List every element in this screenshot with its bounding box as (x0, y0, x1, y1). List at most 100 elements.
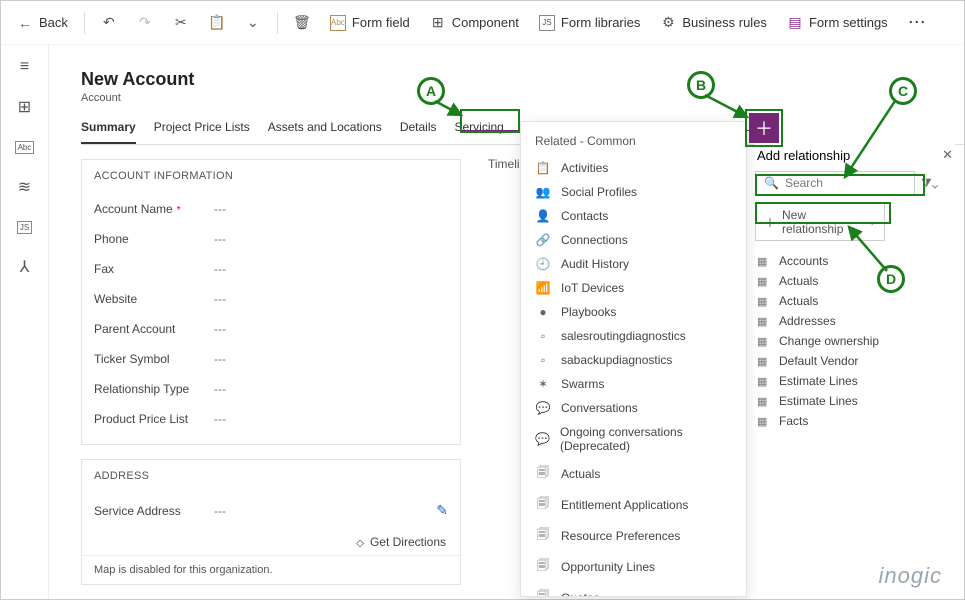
related-item[interactable]: 💬 Conversations (521, 396, 746, 420)
top-toolbar: ← Back ↶ ↷ ✂ 📋 ⌄ 🗑 Abc Form field ⊞ Comp… (1, 1, 964, 45)
relationship-list-item[interactable]: ▦Actuals (755, 291, 955, 311)
service-address-value: --- (214, 504, 436, 518)
form-field-button[interactable]: Abc Form field (322, 11, 418, 35)
relationship-list-item[interactable]: ▦ Facts (755, 411, 955, 431)
relationship-list-item[interactable]: ▦Estimate Lines (755, 371, 955, 391)
overflow-menu[interactable]: ⋯ (900, 12, 934, 33)
form-field-row[interactable]: Phone--- (94, 224, 448, 254)
undo-icon: ↶ (101, 15, 117, 31)
back-label: Back (39, 15, 68, 30)
field-label: Fax (94, 262, 214, 276)
related-item[interactable]: 👥Social Profiles (521, 180, 746, 204)
related-item-icon: 📋 (535, 161, 551, 175)
form-field-row[interactable]: Parent Account--- (94, 314, 448, 344)
related-item[interactable]: 🗐Entitlement Applications (521, 489, 746, 520)
form-libraries-button[interactable]: JS Form libraries (531, 11, 648, 35)
separator (277, 12, 278, 34)
related-item[interactable]: 👤Contacts (521, 204, 746, 228)
form-settings-button[interactable]: ▤ Form settings (779, 11, 896, 35)
nav-components[interactable]: ⊞ (15, 97, 35, 117)
related-item[interactable]: 🔗Connections (521, 228, 746, 252)
entity-icon: ▦ (757, 355, 771, 368)
form-field-row[interactable]: Ticker Symbol--- (94, 344, 448, 374)
related-item[interactable]: ▫salesroutingdiagnostics (521, 324, 746, 348)
annotation-box-c (755, 174, 925, 196)
field-label: Website (94, 292, 214, 306)
related-item-label: Quotes (561, 591, 600, 598)
related-item[interactable]: 📶IoT Devices (521, 276, 746, 300)
related-item[interactable]: 🗐Opportunity Lines (521, 551, 746, 582)
form-field-row[interactable]: Account Name*--- (94, 194, 448, 224)
tab-details[interactable]: Details (400, 120, 437, 144)
brand-watermark: inogic (879, 563, 942, 589)
relationship-list-item[interactable]: ▦Addresses (755, 311, 955, 331)
relationship-list-item[interactable]: ▦Change ownership (755, 331, 955, 351)
form-field-row[interactable]: Fax--- (94, 254, 448, 284)
tab-assets-locations[interactable]: Assets and Locations (268, 120, 382, 144)
cut-button[interactable]: ✂ (165, 11, 197, 35)
redo-button[interactable]: ↷ (129, 11, 161, 35)
related-item[interactable]: ▫sabackupdiagnostics (521, 348, 746, 372)
field-value: --- (214, 202, 226, 216)
nav-js[interactable]: JS (15, 217, 35, 237)
relationship-item-label: Actuals (779, 294, 818, 308)
related-item-icon: 💬 (535, 401, 551, 415)
related-item-label: Ongoing conversations (Deprecated) (560, 425, 732, 453)
edit-address-icon[interactable]: ✎ (436, 502, 448, 519)
left-nav: ≡ ⊞ Abc ≋ JS ⅄ (1, 45, 49, 599)
relationship-list-item[interactable]: ▦Default Vendor (755, 351, 955, 371)
settings-icon: ▤ (787, 15, 803, 31)
annotation-marker-a: A (417, 77, 445, 105)
related-item-label: Connections (561, 233, 628, 247)
nav-layers[interactable]: ≋ (15, 177, 35, 197)
form-field-row[interactable]: Website--- (94, 284, 448, 314)
relationship-item-label: Facts (779, 414, 808, 428)
related-item-label: Swarms (561, 377, 604, 391)
js-icon: JS (539, 15, 555, 31)
related-item-label: Conversations (561, 401, 638, 415)
related-item[interactable]: 🕘Audit History (521, 252, 746, 276)
field-label: Relationship Type (94, 382, 214, 396)
separator (84, 12, 85, 34)
related-item[interactable]: 🗐Quotes (521, 582, 746, 597)
annotation-marker-c: C (889, 77, 917, 105)
paste-dropdown[interactable]: ⌄ (237, 11, 269, 35)
related-item-label: Social Profiles (561, 185, 637, 199)
relationship-item-label: Accounts (779, 254, 828, 268)
related-item[interactable]: 💬Ongoing conversations (Deprecated) (521, 420, 746, 458)
component-icon: ⊞ (430, 15, 446, 31)
nav-fields[interactable]: Abc (15, 137, 35, 157)
delete-button[interactable]: 🗑 (286, 11, 318, 35)
field-label: Product Price List (94, 412, 214, 426)
entity-icon: ▦ (757, 395, 771, 408)
tab-summary[interactable]: Summary (81, 120, 136, 144)
component-button[interactable]: ⊞ Component (422, 11, 527, 35)
relationship-list-item[interactable]: ▦Estimate Lines (755, 391, 955, 411)
get-directions-link[interactable]: Get Directions (82, 529, 460, 555)
paste-button[interactable]: 📋 (201, 11, 233, 35)
relationship-list-item[interactable]: ▦Accounts (755, 251, 955, 271)
related-item-icon: 🗐 (535, 556, 551, 577)
close-icon[interactable]: ✕ (942, 147, 953, 163)
related-item[interactable]: 🗐Resource Preferences (521, 520, 746, 551)
tab-project-price-lists[interactable]: Project Price Lists (154, 120, 250, 144)
nav-hamburger[interactable]: ≡ (15, 57, 35, 77)
redo-icon: ↷ (137, 15, 153, 31)
form-field-row[interactable]: Relationship Type--- (94, 374, 448, 404)
business-rules-button[interactable]: ⚙ Business rules (652, 11, 775, 35)
back-button[interactable]: ← Back (9, 11, 76, 35)
field-value: --- (214, 262, 226, 276)
undo-button[interactable]: ↶ (93, 11, 125, 35)
related-item[interactable]: ●Playbooks (521, 300, 746, 324)
relationship-list-item[interactable]: ▦Actuals (755, 271, 955, 291)
form-field-row[interactable]: Product Price List--- (94, 404, 448, 434)
related-item-label: IoT Devices (561, 281, 624, 295)
entity-icon: ▦ (757, 315, 771, 328)
section-header: ADDRESS (82, 460, 460, 492)
business-rules-label: Business rules (682, 15, 767, 30)
related-item[interactable]: 🗐Actuals (521, 458, 746, 489)
entity-icon: ▦ (757, 415, 771, 428)
nav-tree[interactable]: ⅄ (15, 257, 35, 277)
related-item[interactable]: 📋Activities (521, 156, 746, 180)
related-item[interactable]: ✶Swarms (521, 372, 746, 396)
